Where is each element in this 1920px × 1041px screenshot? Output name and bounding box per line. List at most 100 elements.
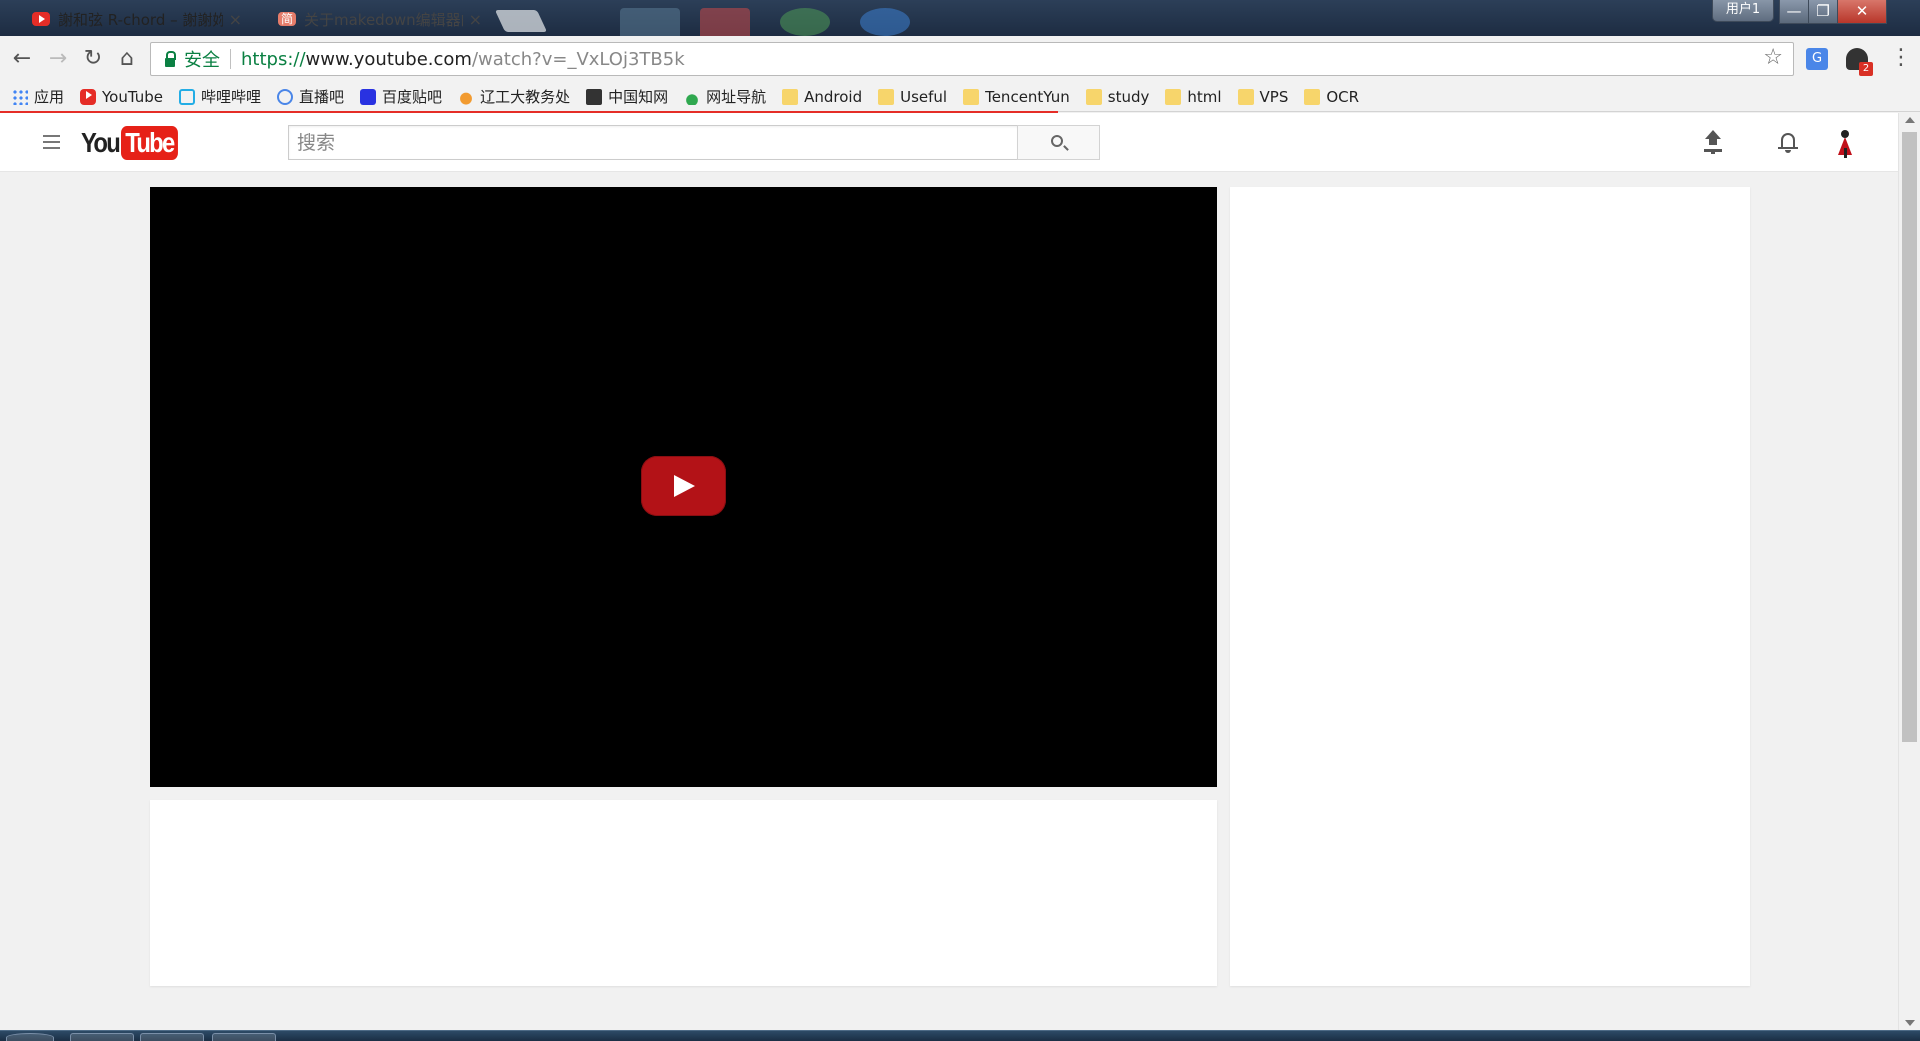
play-icon[interactable]	[641, 456, 726, 516]
bookmark-apps[interactable]: 应用	[12, 86, 64, 107]
bookmark-label: TencentYun	[985, 87, 1070, 106]
os-taskbar	[0, 1030, 1920, 1041]
forward-button[interactable]: →	[44, 45, 72, 73]
youtube-icon	[80, 88, 97, 105]
search-input[interactable]	[289, 126, 1018, 159]
youtube-icon	[32, 12, 50, 26]
upload-icon-base	[1704, 149, 1722, 152]
bookmark-label: 网址导航	[706, 88, 767, 106]
bookmark-youtube[interactable]: YouTube	[80, 88, 163, 106]
background-window-decoration	[700, 8, 750, 36]
scroll-up-arrow-icon[interactable]	[1905, 117, 1915, 123]
video-player[interactable]	[150, 187, 1217, 787]
background-window-decoration	[620, 8, 680, 36]
folder-icon	[1237, 88, 1254, 105]
back-button[interactable]: ←	[8, 45, 36, 73]
bookmark-folder-android[interactable]: Android	[782, 88, 862, 106]
bookmark-label: 百度贴吧	[382, 88, 443, 106]
tab-close-icon[interactable]: ×	[229, 10, 242, 29]
tab-title: 关于makedown编辑器的	[304, 10, 463, 29]
security-label: 安全	[184, 50, 220, 71]
bookmark-label: YouTube	[102, 87, 164, 106]
taskbar-app-chrome[interactable]	[70, 1033, 134, 1041]
search-icon	[1051, 135, 1063, 147]
taskbar-app[interactable]	[212, 1033, 276, 1041]
bookmark-lntu[interactable]: 辽工大教务处	[458, 86, 570, 107]
youtube-logo[interactable]: You Tube	[81, 126, 188, 160]
window-titlebar: 謝和弦 R-chord – 謝謝妳 × 简 关于makedown编辑器的 × 用…	[0, 0, 1920, 36]
avatar-leg	[1844, 148, 1847, 158]
lock-icon	[165, 50, 176, 67]
2345-icon	[684, 88, 701, 105]
notifications-bell-icon[interactable]	[1778, 131, 1798, 153]
bookmark-label: 直播吧	[299, 88, 345, 106]
bookmark-folder-useful[interactable]: Useful	[878, 88, 947, 106]
scroll-down-arrow-icon[interactable]	[1905, 1020, 1915, 1026]
restore-button[interactable]: ❐	[1808, 0, 1838, 24]
url-host: www.youtube.com	[305, 48, 472, 70]
bookmark-label: study	[1107, 87, 1150, 106]
bookmarks-bar: 应用 YouTube 哔哩哔哩 直播吧 百度贴吧 辽工大教务处 中国知网 网址导…	[0, 82, 1920, 112]
bookmark-folder-html[interactable]: html	[1165, 87, 1222, 106]
bookmark-bilibili[interactable]: 哔哩哔哩	[179, 86, 261, 107]
address-bar[interactable]: 安全 https:// www.youtube.com /watch?v=_Vx…	[150, 42, 1794, 76]
bell-rim	[1778, 147, 1798, 149]
bookmark-cnki[interactable]: 中国知网	[586, 86, 668, 107]
search-button[interactable]	[1017, 125, 1100, 160]
youtube-masthead: You Tube	[0, 113, 1898, 172]
bookmark-label: html	[1187, 87, 1222, 106]
reload-button[interactable]: ↻	[79, 45, 107, 73]
bookmark-folder-tencentyun[interactable]: TencentYun	[963, 88, 1070, 106]
bookmark-zhibo8[interactable]: 直播吧	[277, 86, 344, 107]
tab-close-icon[interactable]: ×	[469, 10, 482, 29]
lntu-icon	[458, 88, 475, 105]
guide-menu-icon[interactable]	[43, 135, 60, 149]
logo-tube-text: Tube	[121, 126, 178, 160]
related-videos-sidebar	[1230, 187, 1750, 986]
profile-user-badge[interactable]: 用户1	[1712, 0, 1774, 22]
scrollbar-thumb[interactable]	[1902, 132, 1917, 742]
baidu-icon	[360, 88, 377, 105]
minimize-button[interactable]: —	[1779, 0, 1809, 24]
bookmark-label: 应用	[34, 88, 65, 106]
bookmark-star-icon[interactable]: ☆	[1763, 45, 1783, 70]
tab-title: 謝和弦 R-chord – 謝謝妳	[58, 10, 223, 29]
bookmark-label: OCR	[1326, 87, 1360, 106]
tab-makedown-article[interactable]: 简 关于makedown编辑器的 ×	[262, 2, 496, 36]
bookmark-label: VPS	[1259, 87, 1289, 106]
logo-you-text: You	[81, 127, 121, 158]
avatar-head	[1841, 130, 1849, 138]
new-tab-button[interactable]	[494, 10, 548, 32]
zhibo8-icon	[277, 88, 294, 105]
bell-body	[1781, 133, 1795, 148]
divider	[230, 49, 231, 69]
background-window-decoration	[780, 8, 830, 36]
bookmark-2345-nav[interactable]: 网址导航	[684, 86, 766, 107]
cnki-icon	[586, 88, 603, 105]
bookmark-folder-ocr[interactable]: OCR	[1304, 88, 1359, 106]
browser-menu-icon[interactable]: ⋮	[1890, 46, 1912, 70]
account-avatar[interactable]	[1832, 126, 1860, 160]
bookmark-label: 辽工大教务处	[480, 88, 571, 106]
bookmark-label: 中国知网	[608, 88, 669, 106]
home-button[interactable]: ⌂	[113, 45, 141, 73]
folder-icon	[1165, 88, 1182, 105]
taskbar-app[interactable]	[140, 1033, 204, 1041]
start-button[interactable]	[6, 1033, 54, 1041]
upload-icon[interactable]	[1703, 130, 1723, 154]
bookmark-label: Useful	[900, 87, 948, 106]
search-field	[288, 125, 1018, 160]
bookmark-baidu-tieba[interactable]: 百度贴吧	[360, 86, 442, 107]
bookmark-folder-vps[interactable]: VPS	[1237, 87, 1289, 106]
translate-extension-icon[interactable]: G	[1806, 48, 1828, 70]
jianshu-icon: 简	[278, 12, 296, 26]
extension-badge: 2	[1859, 62, 1873, 76]
page-scrollbar[interactable]	[1898, 113, 1920, 1030]
folder-icon	[1304, 88, 1321, 105]
folder-icon	[1085, 88, 1102, 105]
bookmark-folder-study[interactable]: study	[1085, 87, 1150, 106]
url-path: /watch?v=_VxLOj3TB5k	[471, 48, 685, 70]
tab-youtube-video[interactable]: 謝和弦 R-chord – 謝謝妳 ×	[16, 2, 256, 36]
background-window-decoration	[860, 8, 910, 36]
close-window-button[interactable]: ✕	[1837, 0, 1887, 24]
